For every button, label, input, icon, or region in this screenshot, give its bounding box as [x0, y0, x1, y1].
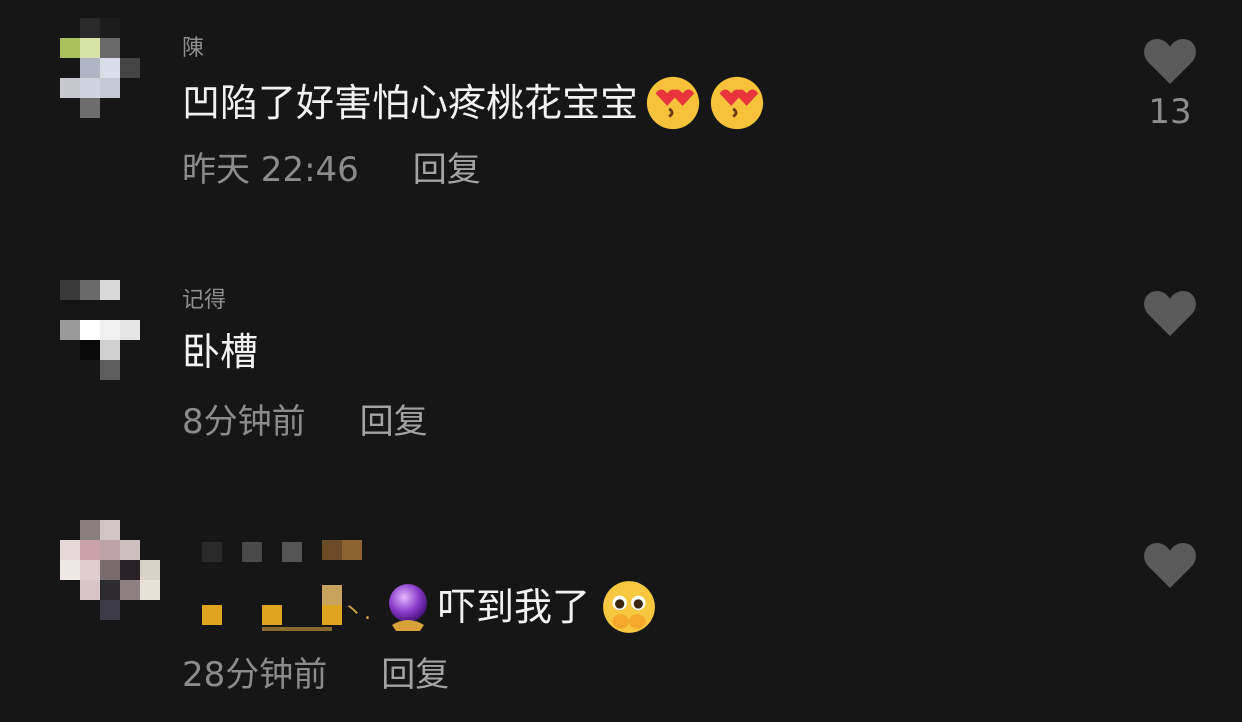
- like-count: 13: [1148, 92, 1192, 132]
- reply-button[interactable]: 回复: [381, 655, 449, 695]
- heart-eyes-kiss-emoji: [710, 76, 764, 130]
- reply-button[interactable]: 回复: [413, 150, 481, 190]
- comment-time: 8分钟前: [182, 402, 306, 442]
- avatar[interactable]: [60, 280, 148, 380]
- heart-icon: [1144, 39, 1196, 84]
- comment-time: 28分钟前: [182, 655, 328, 695]
- crystal-ball-emoji: [389, 584, 427, 631]
- like-button[interactable]: [1140, 540, 1200, 590]
- like-button[interactable]: [1140, 288, 1200, 338]
- pleading-face-emoji: [603, 581, 655, 633]
- reply-button[interactable]: 回复: [360, 402, 428, 442]
- heart-icon: [1144, 291, 1196, 336]
- heart-eyes-kiss-emoji: [646, 76, 700, 130]
- username-decoration: 丶.: [182, 583, 378, 631]
- comment-text: 卧槽: [182, 330, 259, 374]
- heart-icon: [1144, 543, 1196, 588]
- comment-meta: 28分钟前 回复: [182, 655, 449, 695]
- avatar[interactable]: [60, 18, 148, 118]
- username[interactable]: 陳: [182, 30, 204, 66]
- comment-text: 凹陷了好害怕心疼桃花宝宝: [182, 74, 766, 132]
- avatar[interactable]: [60, 520, 160, 620]
- comment-time: 昨天 22:46: [182, 150, 359, 190]
- comment-text: 丶. 吓到我了: [182, 578, 662, 636]
- username[interactable]: [182, 538, 382, 568]
- comment-meta: 8分钟前 回复: [182, 402, 428, 442]
- username[interactable]: 记得: [182, 282, 226, 318]
- like-button[interactable]: 13: [1140, 36, 1200, 132]
- comment-meta: 昨天 22:46 回复: [182, 150, 481, 190]
